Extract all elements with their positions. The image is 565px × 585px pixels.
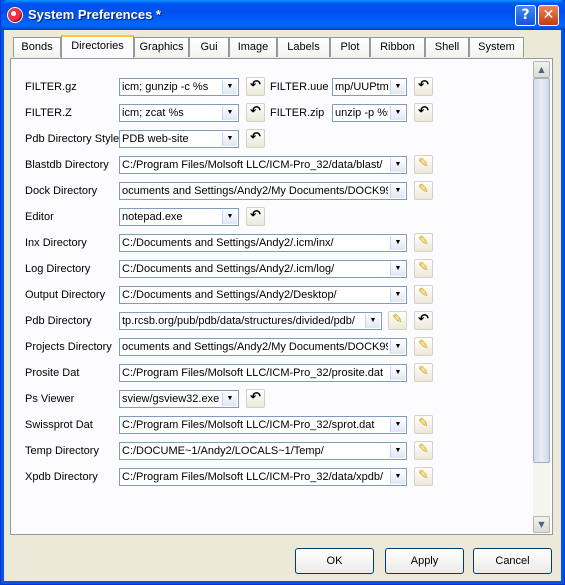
tab-directories[interactable]: Directories [61,35,134,58]
log-directory-label: Log Directory [25,263,91,275]
swissprot-dat-combo[interactable]: C:/Program Files/Molsoft LLC/ICM-Pro_32/… [119,416,407,434]
chevron-down-icon: ▼ [222,392,237,406]
filter-gz-reset-button[interactable]: ↶ [246,77,265,96]
tab-plot[interactable]: Plot [330,37,370,57]
tab-shell[interactable]: Shell [425,37,469,57]
tab-bar: Bonds Directories Graphics Gui Image Lab… [11,35,556,58]
pdb-directory-combo[interactable]: tp.rcsb.org/pub/pdb/data/structures/divi… [119,312,382,330]
ps-viewer-reset-button[interactable]: ↶ [246,389,265,408]
inx-directory-label: Inx Directory [25,237,87,249]
preferences-window: System Preferences * ? ✕ Bonds Directori… [0,0,565,585]
chevron-down-icon: ▼ [390,184,405,198]
chevron-down-icon: ▼ [390,418,405,432]
app-icon [7,7,23,23]
output-directory-label: Output Directory [25,289,106,301]
chevron-down-icon: ▼ [222,210,237,224]
chevron-down-icon: ▼ [390,340,405,354]
projects-directory-combo[interactable]: ocuments and Settings/Andy2/My Documents… [119,338,407,356]
directories-panel: FILTER.gz icm; gunzip -c %s ▼ ↶ FILTER.uu… [10,58,553,535]
swissprot-dat-edit-button[interactable]: ✎ [414,415,433,434]
filter-uue-combo[interactable]: mp/UUPtm ▼ [332,78,407,96]
pdb-directory-style-label: Pdb Directory Style [25,133,120,145]
title-bar[interactable]: System Preferences * ? ✕ [1,0,565,30]
swissprot-dat-label: Swissprot Dat [25,419,93,431]
tab-ribbon[interactable]: Ribbon [370,37,425,57]
blastdb-directory-combo[interactable]: C:/Program Files/Molsoft LLC/ICM-Pro_32/… [119,156,407,174]
blastdb-directory-edit-button[interactable]: ✎ [414,155,433,174]
inx-directory-combo[interactable]: C:/Documents and Settings/Andy2/.icm/inx… [119,234,407,252]
filter-uue-reset-button[interactable]: ↶ [414,77,433,96]
temp-directory-combo[interactable]: C:/DOCUME~1/Andy2/LOCALS~1/Temp/▼ [119,442,407,460]
temp-directory-label: Temp Directory [25,445,99,457]
pdb-directory-edit-button[interactable]: ✎ [388,311,407,330]
close-button[interactable]: ✕ [538,5,559,26]
filter-uue-label: FILTER.uue [270,81,329,93]
dock-directory-combo[interactable]: ocuments and Settings/Andy2/My Documents… [119,182,407,200]
projects-directory-label: Projects Directory [25,341,112,353]
editor-label: Editor [25,211,54,223]
tab-system[interactable]: System [469,37,524,57]
chevron-down-icon: ▼ [390,106,405,120]
dock-directory-edit-button[interactable]: ✎ [414,181,433,200]
output-directory-edit-button[interactable]: ✎ [414,285,433,304]
tab-graphics[interactable]: Graphics [134,37,189,57]
filter-z-reset-button[interactable]: ↶ [246,103,265,122]
scroll-down-button[interactable]: ▼ [533,516,550,533]
chevron-down-icon: ▼ [390,262,405,276]
editor-reset-button[interactable]: ↶ [246,207,265,226]
apply-button[interactable]: Apply [385,548,464,574]
editor-combo[interactable]: notepad.exe ▼ [119,208,239,226]
projects-directory-edit-button[interactable]: ✎ [414,337,433,356]
xpdb-directory-edit-button[interactable]: ✎ [414,467,433,486]
chevron-down-icon: ▼ [390,470,405,484]
filter-zip-combo[interactable]: unzip -p %s ▼ [332,104,407,122]
log-directory-edit-button[interactable]: ✎ [414,259,433,278]
ok-button[interactable]: OK [295,548,374,574]
chevron-down-icon: ▼ [222,106,237,120]
chevron-down-icon: ▼ [390,80,405,94]
chevron-down-icon: ▼ [390,288,405,302]
output-directory-combo[interactable]: C:/Documents and Settings/Andy2/Desktop/… [119,286,407,304]
filter-gz-label: FILTER.gz [25,81,77,93]
temp-directory-edit-button[interactable]: ✎ [414,441,433,460]
scroll-up-button[interactable]: ▲ [533,61,550,78]
blastdb-directory-label: Blastdb Directory [25,159,109,171]
filter-zip-reset-button[interactable]: ↶ [414,103,433,122]
chevron-down-icon: ▼ [222,80,237,94]
window-title: System Preferences * [28,7,161,22]
filter-z-combo[interactable]: icm; zcat %s ▼ [119,104,239,122]
prosite-dat-label: Prosite Dat [25,367,80,379]
cancel-button[interactable]: Cancel [473,548,552,574]
dock-directory-label: Dock Directory [25,185,98,197]
settings-list: FILTER.gz icm; gunzip -c %s ▼ ↶ FILTER.uu… [12,60,533,533]
prosite-dat-combo[interactable]: C:/Program Files/Molsoft LLC/ICM-Pro_32/… [119,364,407,382]
tab-gui[interactable]: Gui [189,37,229,57]
log-directory-combo[interactable]: C:/Documents and Settings/Andy2/.icm/log… [119,260,407,278]
inx-directory-edit-button[interactable]: ✎ [414,233,433,252]
xpdb-directory-label: Xpdb Directory [25,471,98,483]
tab-labels[interactable]: Labels [277,37,330,57]
filter-z-label: FILTER.Z [25,107,72,119]
pdb-directory-reset-button[interactable]: ↶ [414,311,433,330]
tab-image[interactable]: Image [229,37,277,57]
pdb-directory-label: Pdb Directory [25,315,92,327]
chevron-down-icon: ▼ [390,366,405,380]
filter-gz-combo[interactable]: icm; gunzip -c %s ▼ [119,78,239,96]
xpdb-directory-combo[interactable]: C:/Program Files/Molsoft LLC/ICM-Pro_32/… [119,468,407,486]
tab-bonds[interactable]: Bonds [13,37,61,57]
vertical-scrollbar[interactable]: ▲ ▼ [533,61,550,533]
chevron-down-icon: ▼ [365,314,380,328]
chevron-down-icon: ▼ [390,236,405,250]
chevron-down-icon: ▼ [390,444,405,458]
chevron-down-icon: ▼ [390,158,405,172]
ps-viewer-label: Ps Viewer [25,393,75,405]
scroll-thumb[interactable] [533,78,550,463]
ps-viewer-combo[interactable]: sview/gsview32.exe ▼ [119,390,239,408]
help-button[interactable]: ? [515,5,536,26]
prosite-dat-edit-button[interactable]: ✎ [414,363,433,382]
pdb-directory-style-combo[interactable]: PDB web-site ▼ [119,130,239,148]
filter-zip-label: FILTER.zip [270,107,325,119]
chevron-down-icon: ▼ [222,132,237,146]
pdb-directory-style-reset-button[interactable]: ↶ [246,129,265,148]
